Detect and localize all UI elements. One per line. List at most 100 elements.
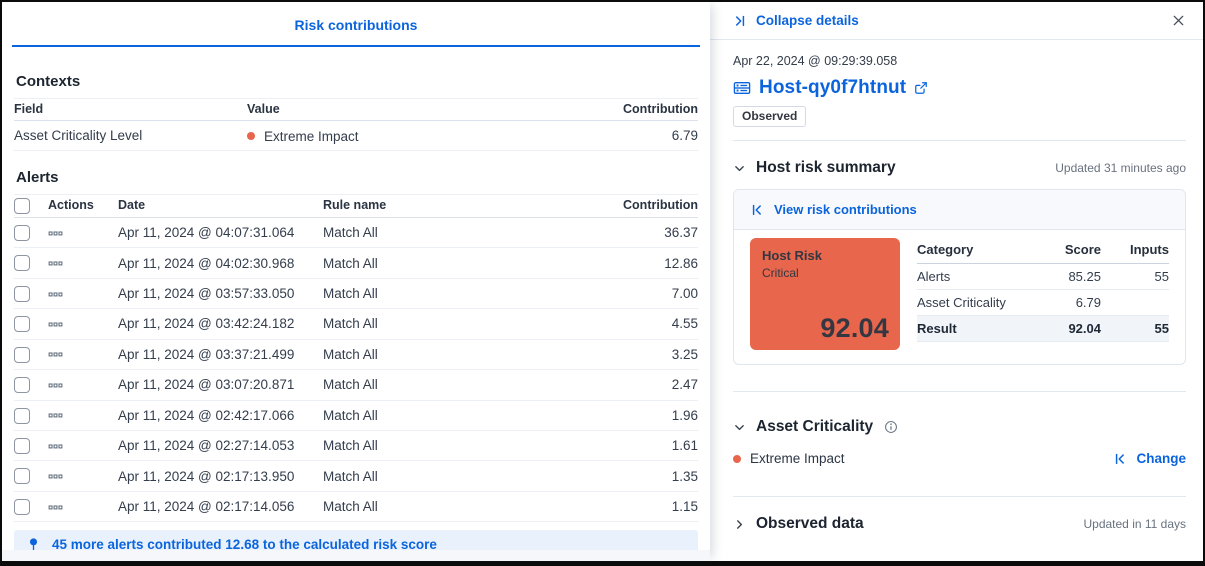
row-actions-icon[interactable] — [48, 378, 63, 393]
contexts-row: Asset Criticality Level Extreme Impact 6… — [14, 121, 698, 151]
left-panel-footer-strip — [2, 550, 710, 561]
alert-date: Apr 11, 2024 @ 03:42:24.182 — [118, 309, 323, 339]
host-risk-summary-header: Host risk summary Updated 31 minutes ago — [733, 159, 1186, 177]
collapse-details-button[interactable]: Collapse details — [733, 13, 859, 28]
external-link-icon[interactable] — [914, 81, 928, 95]
table-row: Apr 11, 2024 @ 02:27:14.053 Match All 1.… — [14, 431, 698, 461]
row-actions-icon[interactable] — [48, 256, 63, 271]
table-row: Apr 11, 2024 @ 03:57:33.050 Match All 7.… — [14, 278, 698, 308]
alerts-table: Actions Date Rule name Contribution Apr … — [14, 194, 698, 522]
alert-rule: Match All — [323, 370, 588, 400]
alert-contribution: 1.96 — [588, 400, 698, 430]
host-risk-score-card: Host Risk Critical 92.04 — [750, 238, 900, 350]
alert-rule: Match All — [323, 491, 588, 521]
change-criticality-button[interactable]: Change — [1113, 451, 1186, 466]
info-icon[interactable] — [884, 420, 898, 434]
risk-card-title: Host Risk — [762, 248, 888, 263]
more-alerts-callout: 45 more alerts contributed 12.68 to the … — [14, 530, 698, 550]
observed-data-title: Observed data — [756, 515, 864, 533]
chevron-down-icon[interactable] — [733, 162, 746, 175]
row-actions-icon[interactable] — [48, 317, 63, 332]
alerts-col-actions: Actions — [48, 194, 118, 217]
alert-contribution: 12.86 — [588, 248, 698, 278]
table-row: Apr 11, 2024 @ 02:42:17.066 Match All 1.… — [14, 400, 698, 430]
row-actions-icon[interactable] — [48, 287, 63, 302]
host-details-flyout: Collapse details Apr 22, 2024 @ 09:29:39… — [710, 2, 1203, 561]
alert-date: Apr 11, 2024 @ 02:17:14.056 — [118, 491, 323, 521]
storage-icon — [733, 79, 751, 97]
row-checkbox[interactable] — [14, 438, 30, 454]
alerts-col-contribution: Contribution — [588, 194, 698, 217]
contexts-heading: Contexts — [16, 73, 696, 90]
risk-category: Alerts — [917, 264, 1009, 290]
select-all-checkbox[interactable] — [14, 198, 30, 214]
row-actions-icon[interactable] — [48, 347, 63, 362]
table-row: Apr 11, 2024 @ 02:17:13.950 Match All 1.… — [14, 461, 698, 491]
contexts-col-field: Field — [14, 99, 247, 121]
divider — [733, 496, 1186, 497]
row-checkbox[interactable] — [14, 468, 30, 484]
row-actions-icon[interactable] — [48, 408, 63, 423]
alert-rule: Match All — [323, 400, 588, 430]
risk-contributions-content: Contexts Field Value Contribution Asset … — [2, 47, 710, 550]
row-checkbox[interactable] — [14, 499, 30, 515]
risk-summary-updated: Updated 31 minutes ago — [1055, 161, 1186, 175]
asset-criticality-row: Extreme Impact Change — [733, 451, 1186, 466]
alerts-col-date: Date — [118, 194, 323, 217]
asset-criticality-value: Extreme Impact — [750, 451, 845, 466]
alert-contribution: 1.35 — [588, 461, 698, 491]
divider — [733, 391, 1186, 392]
alert-date: Apr 11, 2024 @ 02:42:17.066 — [118, 400, 323, 430]
risk-table-header-row: Category Score Inputs — [917, 238, 1169, 264]
row-checkbox[interactable] — [14, 286, 30, 302]
table-row: Apr 11, 2024 @ 03:37:21.499 Match All 3.… — [14, 339, 698, 369]
row-checkbox[interactable] — [14, 347, 30, 363]
row-actions-icon[interactable] — [48, 469, 63, 484]
criticality-dot-icon — [733, 455, 741, 463]
alerts-col-rule: Rule name — [323, 194, 588, 217]
context-field: Asset Criticality Level — [14, 121, 247, 151]
row-checkbox[interactable] — [14, 408, 30, 424]
flyout-body: Apr 22, 2024 @ 09:29:39.058 Host-qy0f7ht… — [710, 40, 1203, 561]
alert-date: Apr 11, 2024 @ 03:37:21.499 — [118, 339, 323, 369]
row-actions-icon[interactable] — [48, 439, 63, 454]
event-timestamp: Apr 22, 2024 @ 09:29:39.058 — [733, 54, 1186, 68]
alert-date: Apr 11, 2024 @ 02:27:14.053 — [118, 431, 323, 461]
close-icon[interactable] — [1171, 13, 1186, 28]
alert-rule: Match All — [323, 461, 588, 491]
status-badge: Observed — [733, 106, 806, 127]
risk-col-category: Category — [917, 238, 1009, 264]
menu-right-icon — [733, 14, 747, 28]
row-checkbox[interactable] — [14, 255, 30, 271]
alert-contribution: 4.55 — [588, 309, 698, 339]
observed-data-updated: Updated in 11 days — [1083, 517, 1186, 531]
contexts-header-row: Field Value Contribution — [14, 99, 698, 121]
risk-col-inputs: Inputs — [1101, 238, 1169, 264]
tab-risk-contributions[interactable]: Risk contributions — [12, 2, 700, 47]
alerts-header-row: Actions Date Rule name Contribution — [14, 194, 698, 217]
row-actions-icon[interactable] — [48, 226, 63, 241]
risk-inputs: 55 — [1101, 316, 1169, 342]
row-actions-icon[interactable] — [48, 500, 63, 515]
risk-category-table: Category Score Inputs Alerts 85.25 55 As… — [917, 238, 1169, 342]
view-risk-contributions-button[interactable]: View risk contributions — [734, 190, 1185, 230]
table-row: Apr 11, 2024 @ 02:17:14.056 Match All 1.… — [14, 491, 698, 521]
row-checkbox[interactable] — [14, 377, 30, 393]
alert-rule: Match All — [323, 278, 588, 308]
chevron-right-icon[interactable] — [733, 518, 746, 531]
row-checkbox[interactable] — [14, 225, 30, 241]
risk-score: 85.25 — [1009, 264, 1101, 290]
alert-contribution: 1.61 — [588, 431, 698, 461]
change-label: Change — [1136, 451, 1186, 466]
alert-date: Apr 11, 2024 @ 02:17:13.950 — [118, 461, 323, 491]
observed-data-header: Observed data Updated in 11 days — [733, 515, 1186, 533]
chevron-down-icon[interactable] — [733, 421, 746, 434]
row-checkbox[interactable] — [14, 316, 30, 332]
risk-card-score: 92.04 — [820, 313, 889, 344]
alert-date: Apr 11, 2024 @ 04:02:30.968 — [118, 248, 323, 278]
alert-rule: Match All — [323, 248, 588, 278]
host-name-link[interactable]: Host-qy0f7htnut — [759, 77, 906, 99]
table-row: Apr 11, 2024 @ 04:07:31.064 Match All 36… — [14, 217, 698, 247]
alert-date: Apr 11, 2024 @ 03:57:33.050 — [118, 278, 323, 308]
table-row-result: Result 92.04 55 — [917, 316, 1169, 342]
